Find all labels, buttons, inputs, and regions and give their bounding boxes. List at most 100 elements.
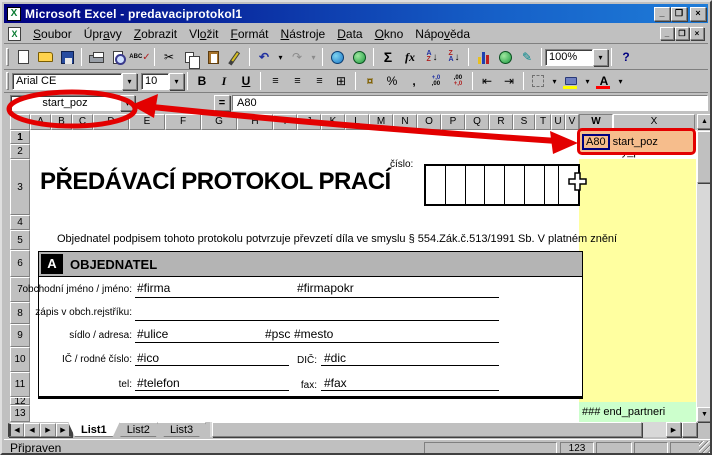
- percent-style-icon[interactable]: %: [381, 71, 403, 91]
- column-header[interactable]: E: [129, 114, 165, 130]
- borders-icon[interactable]: [527, 71, 549, 91]
- redo-dropdown[interactable]: ▾: [308, 47, 319, 67]
- paste-icon[interactable]: [202, 47, 224, 67]
- close-button[interactable]: ×: [690, 7, 706, 21]
- increase-indent-icon[interactable]: ⇥: [498, 71, 520, 91]
- column-header[interactable]: D: [93, 114, 129, 130]
- save-icon[interactable]: [56, 47, 78, 67]
- undo-dropdown[interactable]: ▾: [275, 47, 286, 67]
- menu-item-upravy[interactable]: Úpravy: [78, 25, 128, 43]
- column-header[interactable]: I: [273, 114, 297, 130]
- row-header[interactable]: 12: [10, 397, 30, 405]
- tab-list3[interactable]: List3: [157, 422, 206, 437]
- select-all-corner[interactable]: [10, 114, 30, 130]
- sort-ascending-icon[interactable]: AZ↓: [421, 47, 443, 67]
- column-header[interactable]: R: [489, 114, 513, 130]
- column-header[interactable]: G: [201, 114, 237, 130]
- copy-icon[interactable]: [180, 47, 202, 67]
- column-header[interactable]: B: [51, 114, 72, 130]
- open-icon[interactable]: [34, 47, 56, 67]
- help-icon[interactable]: ?: [615, 47, 637, 67]
- row-header-selected[interactable]: 1: [10, 130, 30, 144]
- column-header[interactable]: K: [321, 114, 345, 130]
- column-header[interactable]: T: [535, 114, 551, 130]
- zoom-combobox[interactable]: 100%: [545, 49, 593, 66]
- workbook-restore-button[interactable]: ❐: [675, 27, 689, 40]
- tab-list1[interactable]: List1: [68, 422, 120, 437]
- new-icon[interactable]: [12, 47, 34, 67]
- row-header[interactable]: 2: [10, 144, 30, 159]
- currency-style-icon[interactable]: ¤: [359, 71, 381, 91]
- column-header[interactable]: Q: [465, 114, 489, 130]
- column-header[interactable]: M: [369, 114, 393, 130]
- bold-icon[interactable]: B: [191, 71, 213, 91]
- column-header[interactable]: F: [165, 114, 201, 130]
- font-color-icon[interactable]: A: [593, 71, 615, 91]
- font-size-combobox[interactable]: 10: [141, 73, 169, 90]
- font-color-dropdown[interactable]: ▾: [615, 71, 626, 91]
- vertical-scroll-thumb[interactable]: [697, 131, 712, 183]
- borders-dropdown[interactable]: ▾: [549, 71, 560, 91]
- column-header[interactable]: O: [417, 114, 441, 130]
- decrease-decimal-icon[interactable]: ,00+,0: [447, 71, 469, 91]
- web-toolbar-icon[interactable]: [348, 47, 370, 67]
- toolbar-grip[interactable]: [6, 48, 9, 66]
- menu-item-napoveda[interactable]: Nápověda: [409, 25, 476, 43]
- resize-grip[interactable]: [699, 441, 712, 454]
- sort-descending-icon[interactable]: ZA↓: [443, 47, 465, 67]
- toolbar-grip[interactable]: [6, 72, 9, 90]
- vertical-scrollbar[interactable]: ▲ ▼: [697, 114, 712, 422]
- print-icon[interactable]: [85, 47, 107, 67]
- column-header[interactable]: S: [513, 114, 535, 130]
- horizontal-scroll-thumb[interactable]: [212, 422, 642, 437]
- horizontal-scrollbar[interactable]: ▶: [210, 422, 697, 437]
- comma-style-icon[interactable]: ,: [403, 71, 425, 91]
- format-painter-icon[interactable]: [224, 47, 246, 67]
- next-sheet-button[interactable]: ▶: [40, 423, 56, 437]
- underline-icon[interactable]: U: [235, 71, 257, 91]
- menu-item-data[interactable]: Data: [331, 25, 368, 43]
- previous-sheet-button[interactable]: ◀: [24, 423, 40, 437]
- minimize-button[interactable]: _: [654, 7, 670, 21]
- row-header[interactable]: 13: [10, 405, 30, 422]
- scroll-down-button[interactable]: ▼: [697, 407, 712, 422]
- menu-item-soubor[interactable]: Soubor: [27, 25, 78, 43]
- menu-item-okno[interactable]: Okno: [369, 25, 410, 43]
- column-header[interactable]: C: [72, 114, 93, 130]
- maximize-button[interactable]: ❐: [671, 7, 687, 21]
- undo-icon[interactable]: ↶: [253, 47, 275, 67]
- column-header[interactable]: A: [30, 114, 51, 130]
- column-header[interactable]: V: [565, 114, 579, 130]
- chart-wizard-icon[interactable]: [472, 47, 494, 67]
- font-name-combobox[interactable]: Arial CE: [12, 73, 122, 90]
- paste-function-icon[interactable]: fx: [399, 47, 421, 67]
- menu-item-vlozit[interactable]: Vložit: [183, 25, 224, 43]
- workbook-icon[interactable]: X: [8, 27, 21, 41]
- column-header[interactable]: U: [551, 114, 565, 130]
- column-header[interactable]: H: [237, 114, 273, 130]
- name-box[interactable]: start_poz: [10, 95, 120, 111]
- name-box-dropdown[interactable]: ▾: [120, 95, 135, 111]
- italic-icon[interactable]: I: [213, 71, 235, 91]
- equals-button[interactable]: =: [214, 95, 230, 111]
- fill-color-dropdown[interactable]: ▾: [582, 71, 593, 91]
- column-header[interactable]: L: [345, 114, 369, 130]
- menu-item-zobrazit[interactable]: Zobrazit: [128, 25, 183, 43]
- map-icon[interactable]: [494, 47, 516, 67]
- drawing-icon[interactable]: ✎: [516, 47, 538, 67]
- row-header[interactable]: 3: [10, 159, 30, 215]
- workbook-minimize-button[interactable]: _: [660, 27, 674, 40]
- row-header[interactable]: 6: [10, 250, 30, 277]
- formula-input[interactable]: A80: [232, 95, 708, 111]
- selected-cell-w1[interactable]: A80: [582, 134, 610, 150]
- merge-center-icon[interactable]: ⊞: [330, 71, 352, 91]
- increase-decimal-icon[interactable]: +,0,00: [425, 71, 447, 91]
- menu-item-nastroje[interactable]: Nástroje: [275, 25, 332, 43]
- print-preview-icon[interactable]: [107, 47, 129, 67]
- excel-app-icon[interactable]: X: [7, 7, 21, 21]
- spelling-icon[interactable]: ABC✓: [129, 47, 151, 67]
- cut-icon[interactable]: ✂: [158, 47, 180, 67]
- scroll-right-button[interactable]: ▶: [666, 422, 681, 437]
- zoom-dropdown[interactable]: ▾: [593, 49, 608, 66]
- insert-hyperlink-icon[interactable]: [326, 47, 348, 67]
